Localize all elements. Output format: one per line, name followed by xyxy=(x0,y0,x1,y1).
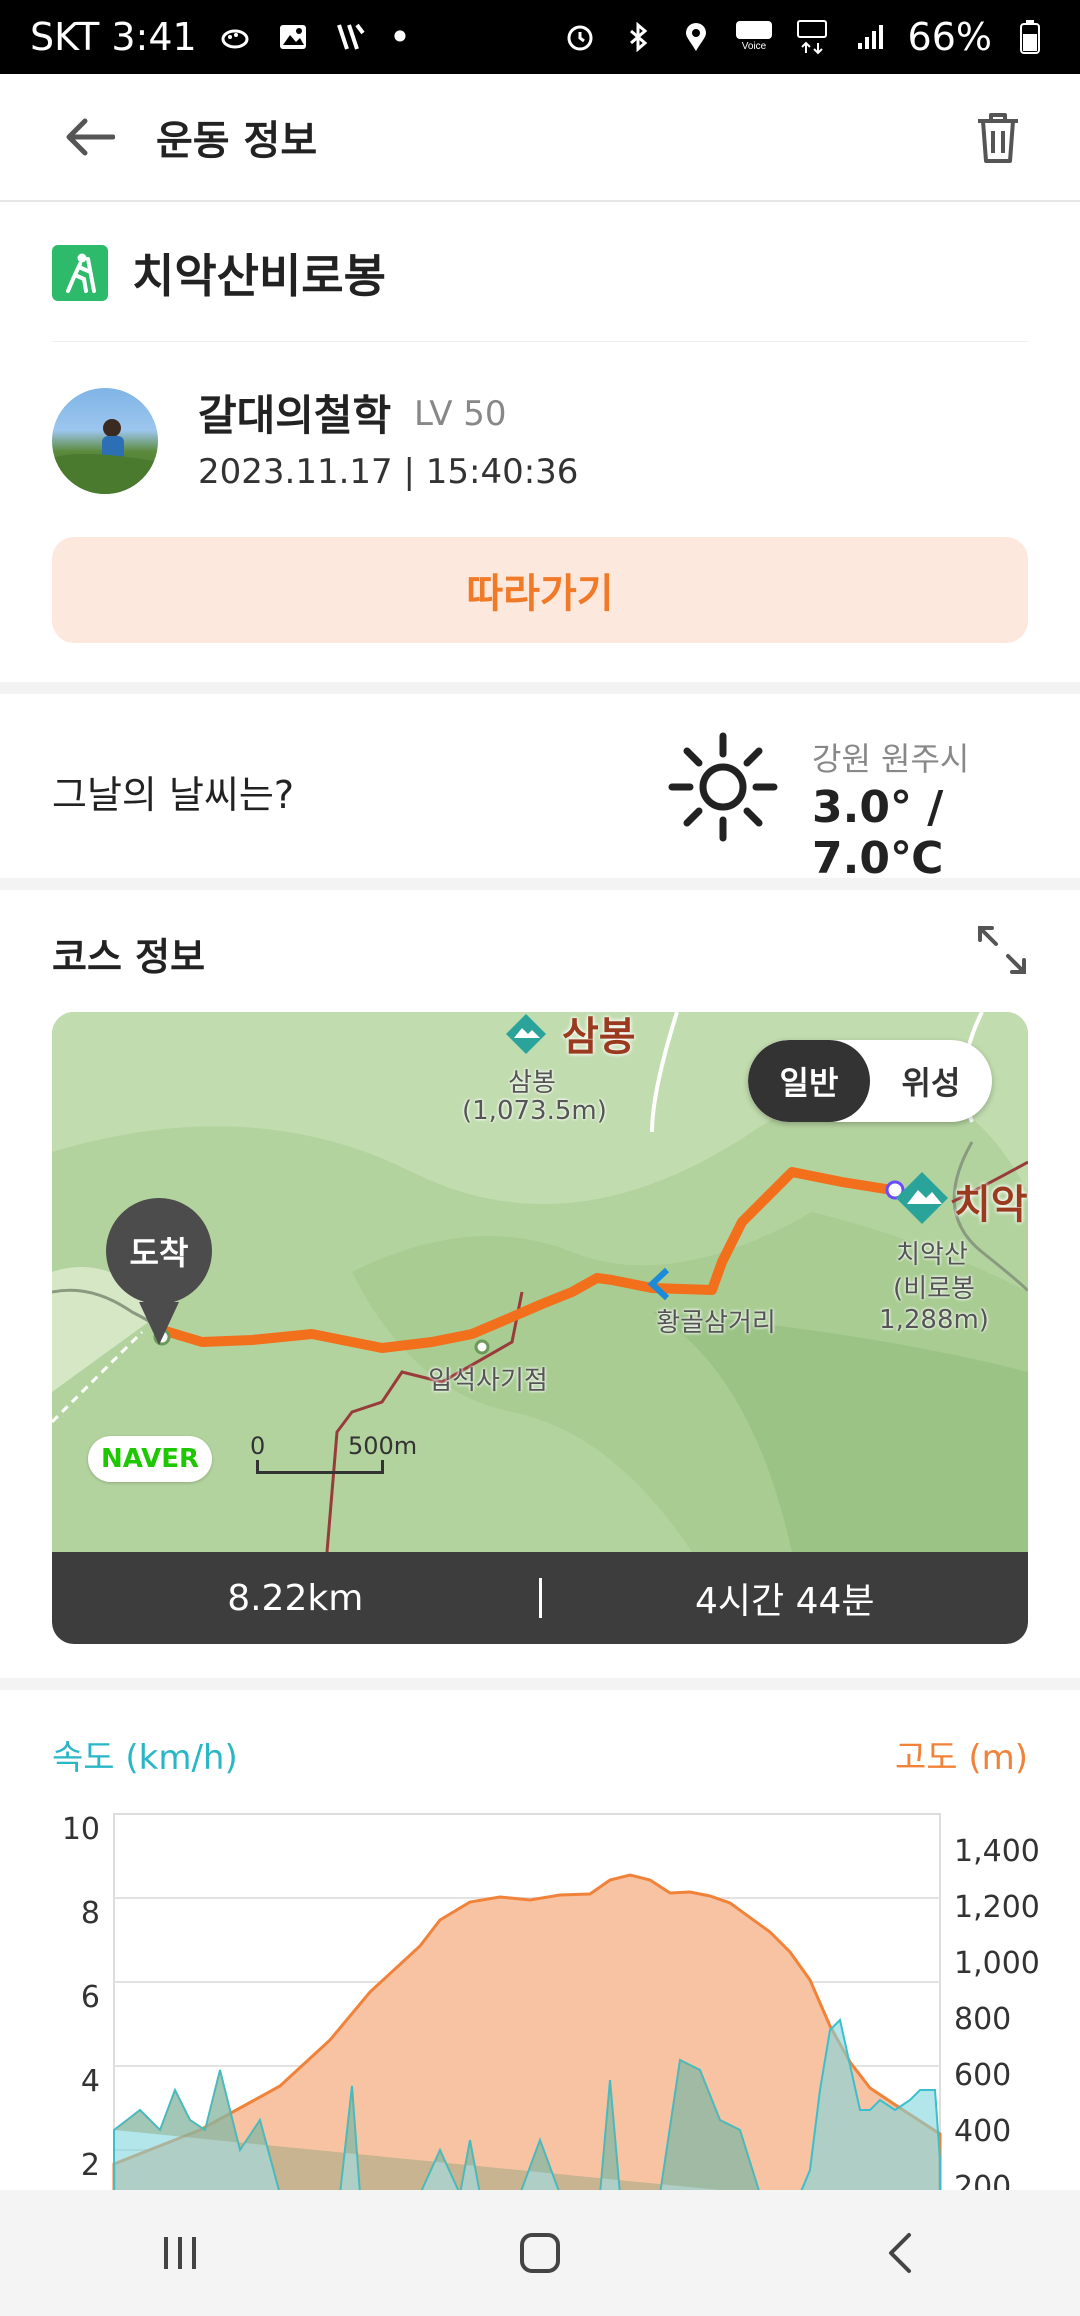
course-info-title: 코스 정보 xyxy=(52,935,206,979)
arrival-marker[interactable]: 도착 xyxy=(106,1198,212,1304)
carrier-time: SKT 3:41 xyxy=(30,15,197,59)
chart-canvas xyxy=(112,1813,942,2190)
page-title: 운동 정보 xyxy=(156,118,318,164)
chevron-left-icon xyxy=(889,2233,911,2273)
dot-icon: • xyxy=(388,15,412,59)
speed-tick: 4 xyxy=(80,2064,100,2099)
flash-icon xyxy=(331,17,371,57)
app-bar: 운동 정보 xyxy=(0,74,1080,202)
user-level: LV 50 xyxy=(414,394,507,434)
weather-temperature: 3.0° / 7.0℃ xyxy=(812,782,944,884)
follow-button[interactable]: 따라가기 xyxy=(52,537,1028,643)
altitude-tick: 600 xyxy=(954,2058,1012,2093)
course-stats-bar: 8.22km 4시간 44분 xyxy=(52,1552,1028,1644)
recent-apps-button[interactable] xyxy=(120,2208,240,2298)
delete-button[interactable] xyxy=(956,96,1040,180)
altitude-tick: 1,200 xyxy=(954,1890,1040,1925)
altitude-axis-ticks: 1,400 1,200 1,000 800 600 400 200 xyxy=(954,1824,1064,2216)
map-label-chiak: 치악산 xyxy=(896,1240,968,1270)
map-label-hwanggol: 황골삼거리 xyxy=(656,1308,776,1338)
map-label-ipseoksa: 입석사기점 xyxy=(428,1366,548,1396)
sun-icon xyxy=(668,732,778,842)
scale-zero: 0 xyxy=(250,1432,266,1460)
speed-tick: 8 xyxy=(80,1896,100,1931)
home-button[interactable] xyxy=(480,2208,600,2298)
course-duration: 4시간 44분 xyxy=(694,1581,875,1622)
back-button[interactable] xyxy=(44,92,134,182)
speed-tick: 6 xyxy=(80,1980,100,2015)
location-icon xyxy=(676,17,716,57)
course-name: 치악산비로봉 xyxy=(132,248,386,303)
naver-logo: NAVER xyxy=(88,1436,212,1482)
home-icon xyxy=(520,2233,560,2273)
map-type-toggle[interactable]: 일반 위성 xyxy=(748,1040,992,1122)
altitude-tick: 400 xyxy=(954,2114,1012,2149)
status-bar: SKT 3:41 • Voice 66% xyxy=(0,0,1080,74)
avatar[interactable] xyxy=(52,388,158,494)
recent-apps-icon xyxy=(164,2237,196,2269)
course-distance: 8.22km xyxy=(227,1577,364,1619)
map-label-chiak-big: 치악 xyxy=(954,1182,1028,1228)
shoe-icon xyxy=(215,17,255,57)
altitude-tick: 800 xyxy=(954,2002,1012,2037)
activity-datetime: 2023.11.17 | 15:40:36 xyxy=(198,452,579,492)
battery-icon xyxy=(1010,17,1050,57)
weather-section: 그날의 날씨는? 강원 원주시 3.0° / 7.0℃ xyxy=(0,702,1080,884)
speed-axis-ticks: 10 8 6 4 2 xyxy=(40,1788,100,2208)
scale-500m: 500m xyxy=(348,1432,418,1460)
weather-question: 그날의 날씨는? xyxy=(52,773,295,817)
bluetooth-icon xyxy=(618,17,658,57)
5g-icon xyxy=(792,17,832,57)
speed-altitude-chart: 속도 (km/h) 고도 (m) 10 8 6 4 2 1,400 1,200 … xyxy=(0,1690,1080,2205)
altitude-tick: 1,000 xyxy=(954,1946,1040,1981)
speed-tick: 10 xyxy=(61,1812,100,1847)
map-label-sambong-elevation: (1,073.5m) xyxy=(462,1096,607,1126)
course-map[interactable]: 일반 위성 삼봉 삼봉 (1,073.5m) 치악 치악산 (비로봉1,288m… xyxy=(52,1012,1028,1552)
back-nav-button[interactable] xyxy=(840,2208,960,2298)
arrow-left-icon xyxy=(66,118,115,156)
map-label-sambong-big: 삼봉 xyxy=(562,1014,636,1060)
image-icon xyxy=(273,17,313,57)
alarm-icon xyxy=(560,17,600,57)
user-info: 갈대의철학 LV 50 2023.11.17 | 15:40:36 xyxy=(52,380,1028,500)
section-divider xyxy=(0,1678,1080,1690)
battery-text: 66% xyxy=(907,15,992,59)
system-nav-bar xyxy=(0,2190,1080,2316)
signal-icon xyxy=(850,17,890,57)
map-type-satellite[interactable]: 위성 xyxy=(870,1040,992,1122)
expand-icon[interactable] xyxy=(974,922,1030,978)
scale-bar xyxy=(256,1460,384,1474)
section-divider xyxy=(0,682,1080,694)
user-name[interactable]: 갈대의철학 xyxy=(198,382,391,443)
course-info-section: 코스 정보 일반 위성 삼봉 삼봉 (1,073.5m) 치악 치악산 (비로봉… xyxy=(0,892,1080,1672)
map-type-normal[interactable]: 일반 xyxy=(748,1040,870,1122)
hiking-icon xyxy=(52,244,108,301)
course-header: 치악산비로봉 xyxy=(52,204,1028,342)
map-label-chiak-elevation: (비로봉1,288m) xyxy=(879,1274,989,1335)
map-label-sambong: 삼봉 xyxy=(508,1068,556,1098)
hd-voice-icon: Voice xyxy=(734,17,774,57)
trash-icon xyxy=(978,113,1018,163)
altitude-tick: 1,400 xyxy=(954,1834,1040,1869)
section-divider xyxy=(0,878,1080,890)
svg-text:Voice: Voice xyxy=(741,41,766,52)
weather-location: 강원 원주시 xyxy=(812,740,970,778)
